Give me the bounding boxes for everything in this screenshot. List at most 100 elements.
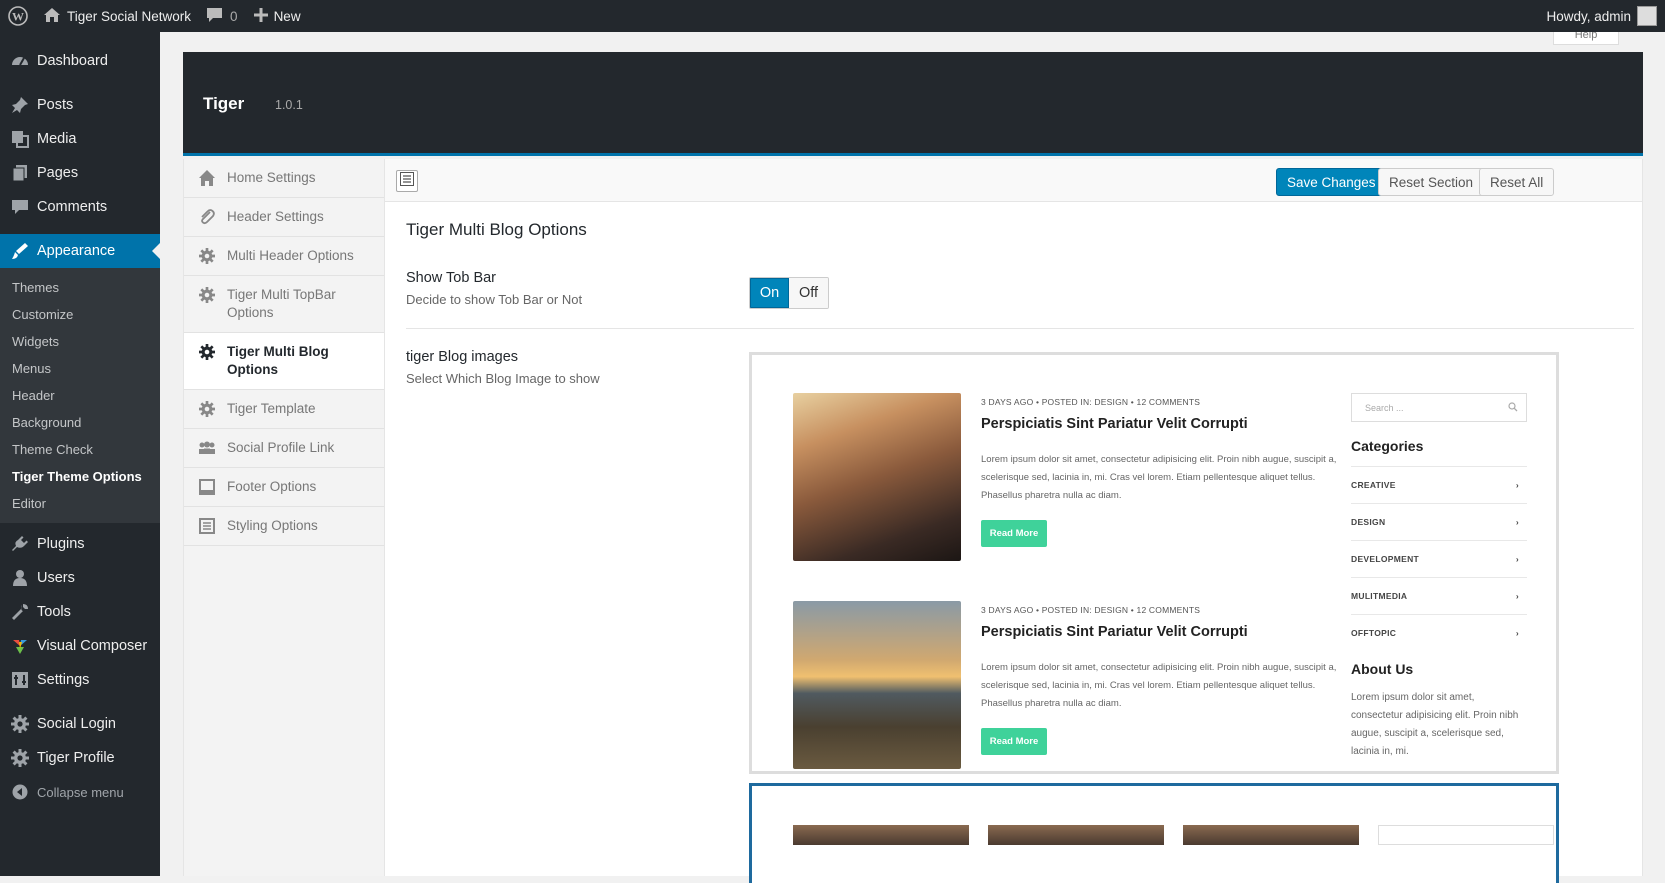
comments-icon xyxy=(10,197,30,217)
plugin-icon xyxy=(10,534,30,554)
menu-media[interactable]: Media xyxy=(0,122,160,156)
reset-all-button[interactable]: Reset All xyxy=(1479,168,1555,196)
blog-layout-option-2[interactable] xyxy=(749,783,1559,883)
wrench-icon xyxy=(10,602,30,622)
submenu-editor[interactable]: Editor xyxy=(0,490,160,517)
category-label: CREATIVE xyxy=(1351,480,1396,490)
menu-settings[interactable]: Settings xyxy=(0,663,160,697)
switch-off-button[interactable]: Off xyxy=(789,278,828,308)
group-icon xyxy=(198,439,216,457)
submenu-tiger-theme-options[interactable]: Tiger Theme Options xyxy=(0,463,160,490)
opt-home-settings[interactable]: Home Settings xyxy=(184,159,384,198)
submenu-widgets[interactable]: Widgets xyxy=(0,328,160,355)
collapse-label: Collapse menu xyxy=(37,784,124,800)
opt-footer-options[interactable]: Footer Options xyxy=(184,468,384,507)
menu-dashboard[interactable]: Dashboard xyxy=(0,44,160,78)
reset-section-button[interactable]: Reset Section xyxy=(1378,168,1485,196)
field-description: Decide to show Tob Bar or Not xyxy=(406,292,583,307)
menu-label: Visual Composer xyxy=(37,638,148,654)
search-icon xyxy=(1508,402,1518,414)
expand-options-button[interactable] xyxy=(396,170,418,192)
post-image xyxy=(793,825,969,845)
opt-multi-blog-options[interactable]: Tiger Multi Blog Options xyxy=(184,333,384,390)
list-icon xyxy=(400,171,414,191)
menu-tools[interactable]: Tools xyxy=(0,595,160,629)
opt-styling-options[interactable]: Styling Options xyxy=(184,507,384,546)
styling-icon xyxy=(198,517,216,535)
plus-icon xyxy=(253,7,268,25)
gear-icon xyxy=(10,748,30,768)
users-icon xyxy=(10,568,30,588)
help-tab[interactable]: Help xyxy=(1553,32,1619,45)
submenu-menus[interactable]: Menus xyxy=(0,355,160,382)
about-title: About Us xyxy=(1351,661,1414,677)
opt-header-settings[interactable]: Header Settings xyxy=(184,198,384,237)
site-name-link[interactable]: Tiger Social Network xyxy=(36,0,199,32)
new-content-link[interactable]: New xyxy=(246,0,309,32)
opt-label: Header Settings xyxy=(227,209,324,224)
my-account[interactable]: Howdy, admin xyxy=(1546,0,1657,32)
menu-label: Comments xyxy=(37,199,108,215)
main-content: Help Tiger 1.0.1 Home Settings Header Se… xyxy=(160,32,1665,883)
opt-multi-header-options[interactable]: Multi Header Options xyxy=(184,237,384,276)
menu-tiger-profile[interactable]: Tiger Profile xyxy=(0,741,160,775)
wordpress-logo-icon[interactable]: W xyxy=(0,0,36,32)
menu-users[interactable]: Users xyxy=(0,561,160,595)
options-main: Save Changes Reset Section Reset All Tig… xyxy=(385,159,1642,883)
site-name: Tiger Social Network xyxy=(67,8,192,24)
options-toolbar: Save Changes Reset Section Reset All xyxy=(385,159,1642,202)
menu-label: Pages xyxy=(37,165,79,181)
post-meta: 3 DAYS AGO • POSTED IN: DESIGN • 12 COMM… xyxy=(981,397,1201,407)
menu-comments[interactable]: Comments xyxy=(0,190,160,224)
opt-label: Tiger Template xyxy=(227,401,316,416)
gear-icon xyxy=(198,400,216,418)
comment-bubble-icon xyxy=(207,7,223,25)
switch-on-button[interactable]: On xyxy=(750,278,790,308)
post-image xyxy=(793,393,961,561)
menu-label: Settings xyxy=(37,672,90,688)
category-item: DESIGN › xyxy=(1351,503,1527,540)
comments-link[interactable]: 0 xyxy=(199,0,246,32)
category-label: MULITMEDIA xyxy=(1351,591,1408,601)
field-title: tiger Blog images xyxy=(406,349,519,365)
opt-label: Tiger Multi TopBar Options xyxy=(227,287,336,320)
menu-label: Appearance xyxy=(37,243,116,259)
opt-label: Multi Header Options xyxy=(227,248,354,263)
submenu-header[interactable]: Header xyxy=(0,382,160,409)
blog-layout-option-1[interactable]: 3 DAYS AGO • POSTED IN: DESIGN • 12 COMM… xyxy=(749,352,1559,774)
read-more-button: Read More xyxy=(981,728,1047,755)
field-blog-images: tiger Blog images Select Which Blog Imag… xyxy=(406,349,600,386)
menu-label: Users xyxy=(37,570,75,586)
menu-appearance[interactable]: Appearance xyxy=(0,234,160,268)
submenu-theme-check[interactable]: Theme Check xyxy=(0,436,160,463)
category-label: DEVELOPMENT xyxy=(1351,554,1420,564)
category-item: CREATIVE › xyxy=(1351,466,1527,503)
menu-label: Tiger Profile xyxy=(37,750,115,766)
menu-plugins[interactable]: Plugins xyxy=(0,527,160,561)
menu-visual-composer[interactable]: Visual Composer xyxy=(0,629,160,663)
submenu-background[interactable]: Background xyxy=(0,409,160,436)
submenu-customize[interactable]: Customize xyxy=(0,301,160,328)
opt-label: Footer Options xyxy=(227,479,317,494)
submenu-themes[interactable]: Themes xyxy=(0,274,160,301)
pin-icon xyxy=(10,95,30,115)
category-item: OFFTOPIC › xyxy=(1351,614,1527,651)
opt-social-profile-link[interactable]: Social Profile Link xyxy=(184,429,384,468)
preview-post: 3 DAYS AGO • POSTED IN: DESIGN • 12 COMM… xyxy=(793,601,1353,769)
search-placeholder: Search ... xyxy=(1365,402,1404,413)
save-changes-button[interactable]: Save Changes xyxy=(1276,168,1387,196)
admin-bar: W Tiger Social Network 0 New Howdy, admi… xyxy=(0,0,1665,32)
footer-icon xyxy=(198,478,216,496)
preview-post: 3 DAYS AGO • POSTED IN: DESIGN • 12 COMM… xyxy=(793,393,1353,561)
opt-label: Tiger Multi Blog Options xyxy=(227,344,329,377)
menu-label: Media xyxy=(37,131,77,147)
menu-social-login[interactable]: Social Login xyxy=(0,707,160,741)
collapse-arrow-icon xyxy=(10,782,30,802)
opt-tiger-template[interactable]: Tiger Template xyxy=(184,390,384,429)
menu-pages[interactable]: Pages xyxy=(0,156,160,190)
opt-multi-topbar-options[interactable]: Tiger Multi TopBar Options xyxy=(184,276,384,333)
admin-sidebar: Dashboard Posts Media Pages Comments App… xyxy=(0,32,160,876)
chevron-right-icon: › xyxy=(1515,591,1519,601)
collapse-menu-button[interactable]: Collapse menu xyxy=(0,775,160,809)
menu-posts[interactable]: Posts xyxy=(0,88,160,122)
